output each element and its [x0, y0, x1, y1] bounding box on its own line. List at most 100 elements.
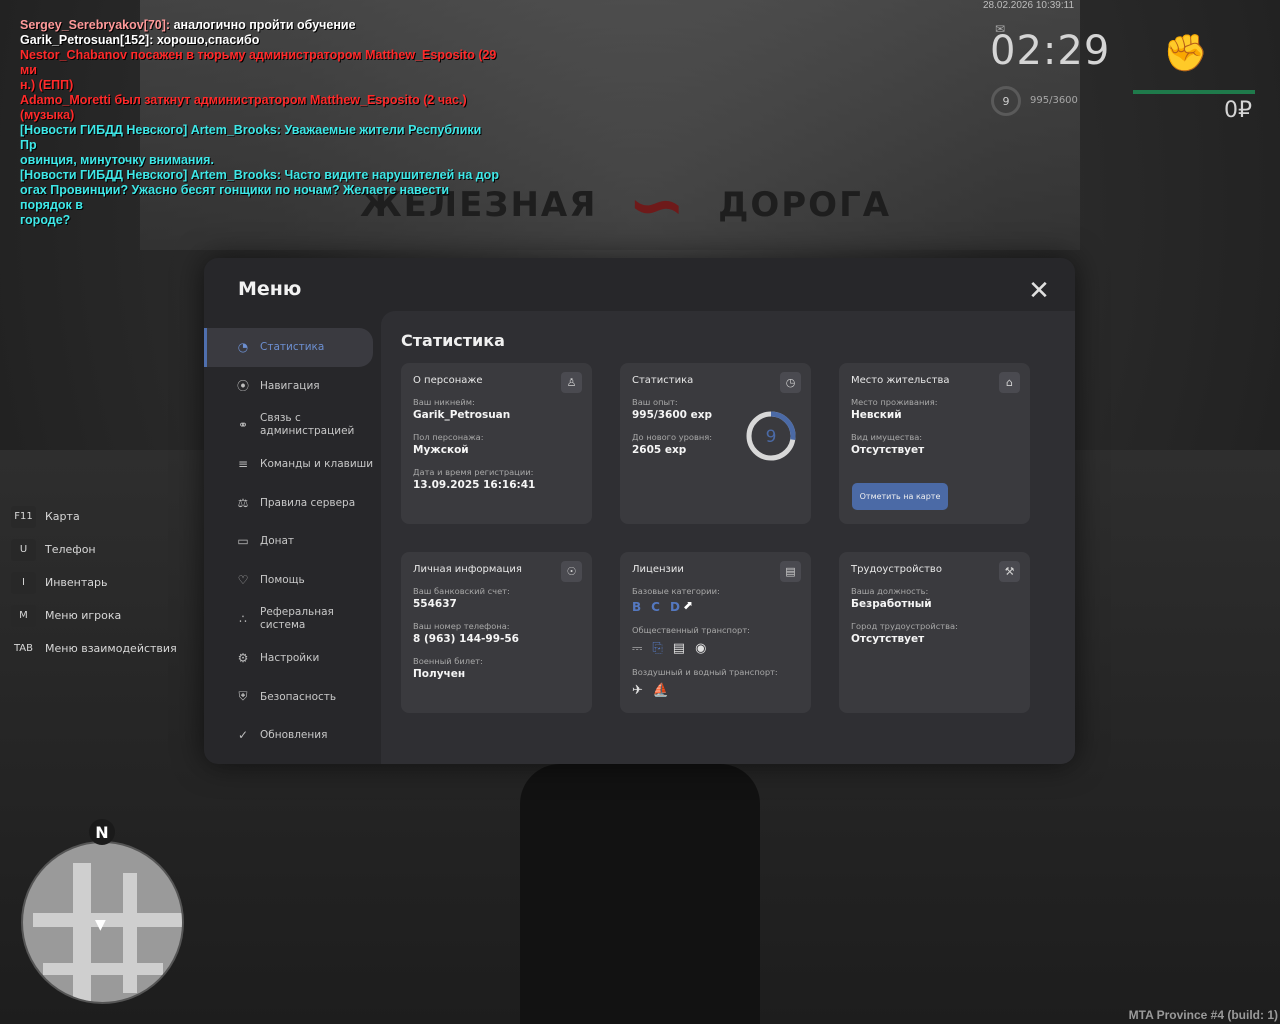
sign-right-text: ДОРОГА	[718, 185, 892, 225]
key-cap: TAB	[11, 637, 36, 660]
chat-line: Nestor_Chabanov посажен в тюрьму админис…	[20, 48, 497, 77]
headset-icon: ⚭	[237, 418, 249, 432]
build-info: MTA Province #4 (build: 1)	[1128, 1008, 1278, 1022]
menu-title: Меню	[238, 278, 302, 300]
bank-value: 554637	[413, 598, 457, 610]
key-hint: F11 Карта	[11, 500, 177, 533]
handshake-icon: ♡	[237, 572, 249, 587]
document-icon: ▤	[780, 561, 801, 582]
chat-log: Sergey_Serebryakov[70]: аналогично пройт…	[20, 18, 500, 228]
page-title: Статистика	[401, 331, 505, 350]
air-water-label: Воздушный и водный транспорт:	[632, 667, 778, 677]
player-arrow-icon: ▼	[95, 917, 106, 933]
public-transport-icons: ⎓ ⎘ ▤ ◉	[632, 641, 799, 656]
map-road	[123, 873, 137, 993]
rzd-logo: ∽	[627, 164, 689, 246]
north-marker: N	[89, 819, 115, 845]
hud-money: 0₽	[1224, 98, 1252, 123]
level-ring: 9	[746, 411, 796, 461]
sidebar-item-statistics[interactable]: ◔ Статистика	[204, 328, 373, 367]
sidebar-item-label: Связь с администрацией	[260, 412, 355, 437]
hud-time: 02:29	[990, 28, 1111, 74]
chat-line: Adamo_Moretti был заткнут администраторо…	[20, 93, 467, 122]
key-label: Меню взаимодействия	[45, 642, 177, 655]
air-water-icons: ✈ ⛵	[632, 683, 799, 698]
chat-line: Sergey_Serebryakov[70]: аналогично пройт…	[20, 18, 500, 33]
trolleybus-icon: ▤	[672, 641, 686, 656]
sidebar-item-navigation[interactable]: ⦿ Навигация	[204, 367, 381, 406]
health-bar	[1133, 90, 1255, 94]
key-cap: I	[11, 571, 36, 594]
position-value: Безработный	[851, 598, 932, 610]
sidebar-item-rules[interactable]: ⚖ Правила сервера	[204, 484, 381, 523]
sidebar-item-help[interactable]: ♡ Помощь	[204, 561, 381, 600]
reg-value: 13.09.2025 16:16:41	[413, 479, 536, 491]
property-value: Отсутствует	[851, 444, 925, 456]
sidebar-item-updates[interactable]: ✓ Обновления	[204, 716, 381, 755]
sidebar-item-label: Донат	[260, 535, 295, 548]
level-number: 9	[766, 427, 777, 447]
chat-text: аналогично пройти обучение	[170, 18, 356, 32]
keyboard-icon: ≡	[237, 457, 249, 472]
key-hints: F11 Карта U Телефон I Инвентарь M Меню игрок…	[11, 500, 177, 665]
map-road	[33, 913, 182, 927]
chat-line: Garik_Petrosuan[152]: хорошо,спасибо	[20, 33, 260, 47]
sidebar-item-referral[interactable]: ∴ Реферальная система	[204, 599, 381, 639]
sidebar-item-settings[interactable]: ⚙ Настройки	[204, 639, 381, 678]
card-personal: Личная информация ☉ Ваш банковский счет:…	[401, 552, 592, 713]
card-title: Место жительства	[851, 375, 950, 386]
user-icon: ♙	[561, 372, 582, 393]
card-character: О персонаже ♙ Ваш никнейм: Garik_Petrosu…	[401, 363, 592, 524]
mark-on-map-button[interactable]: Отметить на карте	[852, 483, 948, 510]
key-cap: F11	[11, 505, 36, 528]
gender-value: Мужской	[413, 444, 469, 456]
city-value: Отсутствует	[851, 633, 925, 645]
bus-icon: ⎘	[652, 641, 663, 656]
key-hint: TAB Меню взаимодействия	[11, 632, 177, 665]
compass-icon: ⦿	[236, 379, 249, 394]
key-cap: U	[11, 538, 36, 561]
chat-line: огах Провинции? Ужасно бесят гонщики по …	[20, 183, 450, 212]
sidebar-item-commands[interactable]: ≡ Команды и клавиши	[204, 445, 381, 484]
key-hint: U Телефон	[11, 533, 177, 566]
phone-value: 8 (963) 144-99-56	[413, 633, 519, 645]
category-c: C	[651, 600, 660, 614]
wallet-icon: ▭	[237, 534, 249, 549]
plane-icon: ✈	[632, 683, 643, 698]
sidebar-item-admin-contact[interactable]: ⚭ Связь с администрацией	[204, 405, 381, 445]
sidebar-item-label: Обновления	[260, 729, 328, 742]
sidebar-item-label: Команды и клавиши	[260, 458, 374, 471]
player-character	[520, 764, 760, 1024]
menu-window: Меню ✕ ◔ Статистика ⦿ Навигация ⚭ Связь …	[204, 258, 1075, 764]
mouse-cursor-icon: ⬈	[683, 598, 694, 612]
clock-icon: ◷	[780, 372, 801, 393]
card-employment: Трудоустройство ⚒ Ваша должность: Безраб…	[839, 552, 1030, 713]
network-icon: ∴	[239, 612, 247, 626]
card-title: Трудоустройство	[851, 564, 942, 575]
sidebar-item-donate[interactable]: ▭ Донат	[204, 522, 381, 561]
category-list: B C D	[632, 600, 799, 614]
phone-label: Ваш номер телефона:	[413, 621, 510, 631]
stats-content: Статистика О персонаже ♙ Ваш никнейм: Ga…	[381, 311, 1075, 764]
refresh-check-icon: ✓	[237, 728, 249, 743]
category-d: D	[669, 600, 680, 614]
hud-datetime: 28.02.2026 10:39:11	[983, 0, 1075, 11]
place-label: Место проживания:	[851, 397, 938, 407]
sidebar-item-label: Помощь	[260, 573, 305, 586]
key-label: Меню игрока	[45, 609, 122, 622]
info-icon: ☉	[561, 561, 582, 582]
chat-author: Sergey_Serebryakov[70]:	[20, 18, 171, 32]
sidebar-item-security[interactable]: ⛨ Безопасность	[204, 678, 381, 717]
city-label: Город трудоустройства:	[851, 621, 958, 631]
key-label: Телефон	[45, 543, 96, 556]
key-hint: M Меню игрока	[11, 599, 177, 632]
tram-icon: ⎓	[632, 641, 643, 656]
boat-icon: ⛵	[652, 683, 670, 698]
card-statistics: Статистика ◷ Ваш опыт: 995/3600 exp До н…	[620, 363, 811, 524]
close-icon[interactable]: ✕	[1024, 276, 1054, 306]
bank-label: Ваш банковский счет:	[413, 586, 510, 596]
fist-icon: ✊	[1163, 33, 1208, 74]
card-licenses: Лицензии ▤ Базовые категории: B C D Обще…	[620, 552, 811, 713]
chat-line: н.) (ЕПП)	[20, 78, 74, 92]
minimap: N ▼	[21, 819, 184, 1007]
